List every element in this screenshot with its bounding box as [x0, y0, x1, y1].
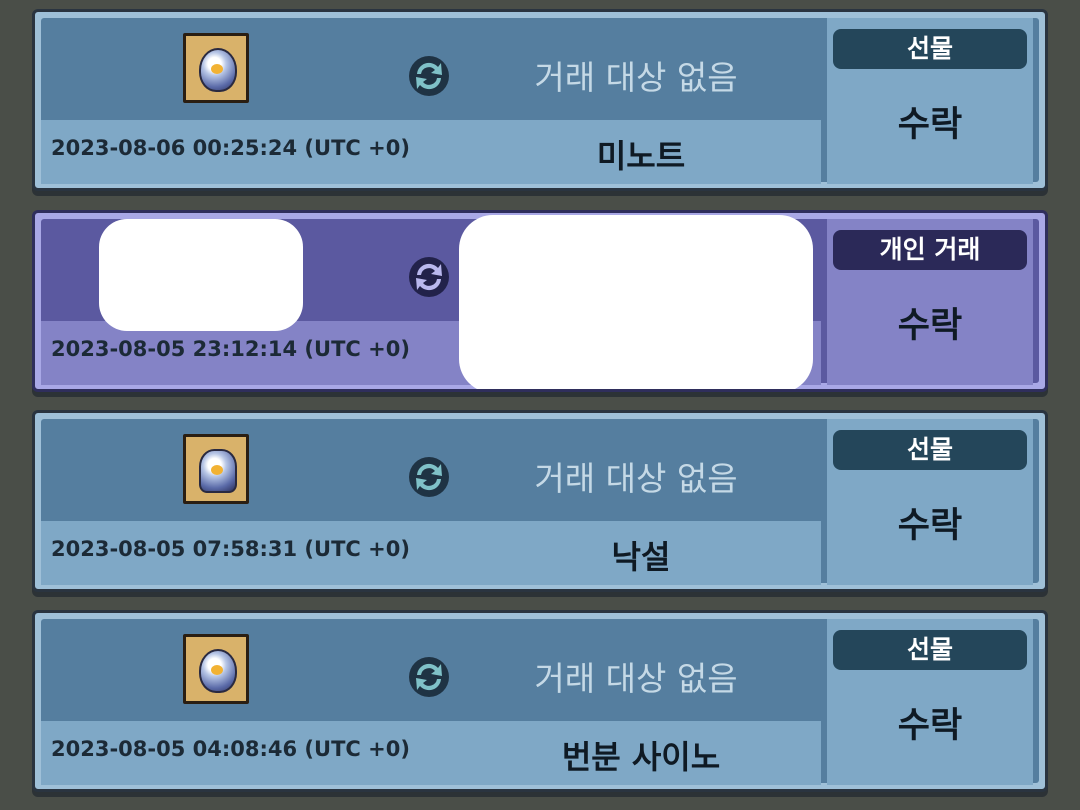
trade-entry[interactable]: 거래 대상 없음 2023-08-05 04:08:46 (UTC +0) 번분…: [32, 610, 1048, 792]
trade-partner-name: 번분 사이노: [561, 738, 721, 776]
trade-status: 수락: [897, 506, 963, 546]
trade-target-label: 거래 대상 없음: [534, 459, 738, 498]
trade-target-label: 거래 대상 없음: [534, 58, 738, 97]
trade-partner-name: 낙설: [611, 538, 671, 576]
trade-entry[interactable]: 2023-08-05 23:12:14 (UTC +0) 개인 거래 수락: [32, 210, 1048, 392]
trade-type-badge: 선물: [833, 29, 1027, 69]
trade-entry[interactable]: 거래 대상 없음 2023-08-05 07:58:31 (UTC +0) 낙설…: [32, 410, 1048, 592]
orb-item-icon[interactable]: [183, 33, 249, 103]
trade-target-label: 거래 대상 없음: [534, 659, 738, 698]
trade-type-badge: 개인 거래: [833, 230, 1027, 270]
trade-type-badge: 선물: [833, 630, 1027, 670]
exchange-icon: [409, 657, 449, 697]
trade-date: 2023-08-05 04:08:46 (UTC +0): [51, 737, 410, 761]
trade-date: 2023-08-06 00:25:24 (UTC +0): [51, 136, 410, 160]
orb-item-icon[interactable]: [183, 634, 249, 704]
trade-entry-body: 거래 대상 없음 2023-08-05 04:08:46 (UTC +0) 번분…: [41, 619, 1039, 785]
crest-item-icon[interactable]: [183, 434, 249, 504]
trade-entry-body: 2023-08-05 23:12:14 (UTC +0) 개인 거래 수락: [41, 215, 1039, 389]
trade-date: 2023-08-05 23:12:14 (UTC +0): [51, 337, 410, 361]
trade-history-list: 거래 대상 없음 2023-08-06 00:25:24 (UTC +0) 미노…: [0, 0, 1080, 810]
trade-entry-body: 거래 대상 없음 2023-08-06 00:25:24 (UTC +0) 미노…: [41, 18, 1039, 184]
exchange-icon: [409, 457, 449, 497]
exchange-icon: [409, 56, 449, 96]
trade-status: 수락: [897, 105, 963, 145]
trade-date: 2023-08-05 07:58:31 (UTC +0): [51, 537, 410, 561]
redacted-partner-area: [459, 215, 813, 389]
trade-entry[interactable]: 거래 대상 없음 2023-08-06 00:25:24 (UTC +0) 미노…: [32, 9, 1048, 191]
trade-partner-name: 미노트: [596, 137, 686, 175]
redacted-item-area: [99, 219, 303, 331]
exchange-icon: [409, 257, 449, 297]
trade-type-badge: 선물: [833, 430, 1027, 470]
trade-status: 수락: [897, 306, 963, 346]
trade-status: 수락: [897, 706, 963, 746]
trade-entry-body: 거래 대상 없음 2023-08-05 07:58:31 (UTC +0) 낙설…: [41, 419, 1039, 585]
